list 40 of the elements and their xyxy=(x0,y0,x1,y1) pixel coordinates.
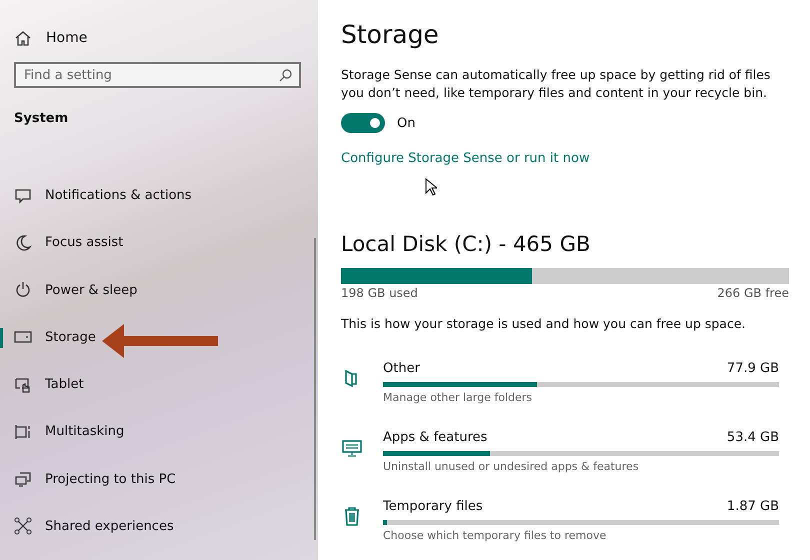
search-field[interactable]: Find a setting xyxy=(14,62,301,88)
summary-text: This is how your storage is used and how you can free up space. xyxy=(341,316,746,331)
home-link[interactable]: Home xyxy=(46,30,88,46)
category-name[interactable]: Temporary files xyxy=(383,499,483,514)
section-heading: System xyxy=(13,110,70,126)
category-size: 53.4 GB xyxy=(726,430,779,445)
sidebar-item[interactable]: Shared experiences xyxy=(0,502,318,550)
search-icon xyxy=(279,69,292,82)
mouse-cursor-icon xyxy=(425,178,437,196)
sidebar-item[interactable]: Multitasking xyxy=(0,408,318,456)
category-hint: Choose which temporary files to remove xyxy=(383,529,608,542)
home-icon xyxy=(14,29,32,47)
disk-title: Local Disk (C:) - 465 GB xyxy=(341,232,592,256)
category-size: 77.9 GB xyxy=(726,361,779,376)
category-hint: Uninstall unused or undesired apps & features xyxy=(383,460,640,473)
scrollbar[interactable] xyxy=(314,238,316,540)
sidebar-item-icon xyxy=(14,186,32,205)
used-label: 198 GB used xyxy=(341,286,418,300)
configure-link[interactable]: Configure Storage Sense or run it now xyxy=(341,151,590,166)
category-hint: Manage other large folders xyxy=(383,391,534,404)
sidebar-item-icon xyxy=(14,422,32,441)
sidebar-item[interactable]: Tablet xyxy=(0,361,318,408)
sidebar-item[interactable]: Focus assist xyxy=(0,219,318,266)
toggle-switch[interactable] xyxy=(341,113,385,133)
sidebar-item[interactable]: Projecting to this PC xyxy=(0,456,318,503)
sidebar-item-icon xyxy=(14,376,32,394)
sidebar-item[interactable]: Storage xyxy=(0,314,318,361)
sidebar-item-icon xyxy=(14,517,32,536)
sidebar-item-icon xyxy=(14,234,32,252)
page-title: Storage xyxy=(341,20,440,49)
sidebar-item-icon xyxy=(14,470,32,488)
category-name[interactable]: Apps & features xyxy=(383,430,488,445)
sidebar-item[interactable]: Power & sleep xyxy=(0,266,318,314)
category-size: 1.87 GB xyxy=(726,499,779,514)
free-label: 266 GB free xyxy=(717,286,789,300)
toggle-label: On xyxy=(397,116,416,130)
description-text: Storage Sense can automatically free up space by getting rid of files you don’t need, like temporary files and content in your recycle bin. xyxy=(341,66,772,102)
category-name[interactable]: Other xyxy=(383,361,420,376)
sidebar-item-icon xyxy=(14,281,32,300)
sidebar-item[interactable]: Notifications & actions xyxy=(0,172,318,220)
